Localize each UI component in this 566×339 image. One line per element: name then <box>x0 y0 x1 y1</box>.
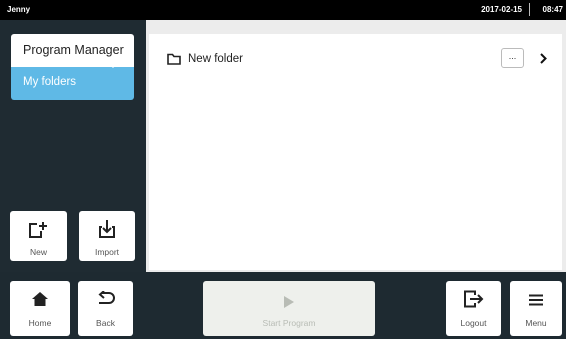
logout-icon <box>464 290 484 308</box>
more-options-label: ... <box>508 51 517 61</box>
home-icon <box>32 292 48 306</box>
main-content: New folder ... <box>146 20 566 272</box>
folder-list: New folder ... <box>149 34 562 270</box>
program-manager-title: Program Manager <box>23 43 124 57</box>
selection-notch <box>105 60 121 68</box>
start-program-label: Start Program <box>262 318 316 328</box>
list-item[interactable]: New folder ... <box>149 34 562 82</box>
import-button[interactable]: Import <box>79 211 135 261</box>
sidebar-item-my-folders[interactable]: My folders <box>11 67 134 100</box>
logout-button[interactable]: Logout <box>446 281 501 336</box>
chevron-right-icon[interactable] <box>539 53 547 64</box>
bottom-bar: Home Back Start Program Logout Menu <box>0 272 566 339</box>
menu-button[interactable]: Menu <box>510 281 562 336</box>
status-bar: Jenny 2017-02-15 08:47 <box>0 0 566 20</box>
folder-icon <box>167 53 181 65</box>
new-program-icon <box>29 222 47 238</box>
status-date: 2017-02-15 <box>481 5 522 14</box>
status-divider <box>529 3 530 16</box>
back-button-label: Back <box>96 318 115 328</box>
new-button-label: New <box>29 247 47 257</box>
sidebar: Program Manager My folders New Import <box>0 20 146 272</box>
user-name: Jenny <box>7 5 31 14</box>
program-manager-tab: Program Manager <box>11 34 134 68</box>
status-time: 08:47 <box>542 5 563 14</box>
new-button[interactable]: New <box>10 211 67 261</box>
menu-icon <box>529 294 543 306</box>
back-button[interactable]: Back <box>78 281 133 336</box>
back-arrow-icon <box>98 291 115 304</box>
play-icon <box>284 296 294 308</box>
menu-button-label: Menu <box>525 318 547 328</box>
more-options-button[interactable]: ... <box>501 48 524 68</box>
home-button-label: Home <box>28 318 52 328</box>
sidebar-item-label: My folders <box>23 76 77 88</box>
logout-button-label: Logout <box>460 318 487 328</box>
home-button[interactable]: Home <box>10 281 70 336</box>
import-icon <box>99 220 115 238</box>
import-button-label: Import <box>94 247 120 257</box>
folder-name: New folder <box>188 53 243 65</box>
start-program-button[interactable]: Start Program <box>203 281 375 336</box>
